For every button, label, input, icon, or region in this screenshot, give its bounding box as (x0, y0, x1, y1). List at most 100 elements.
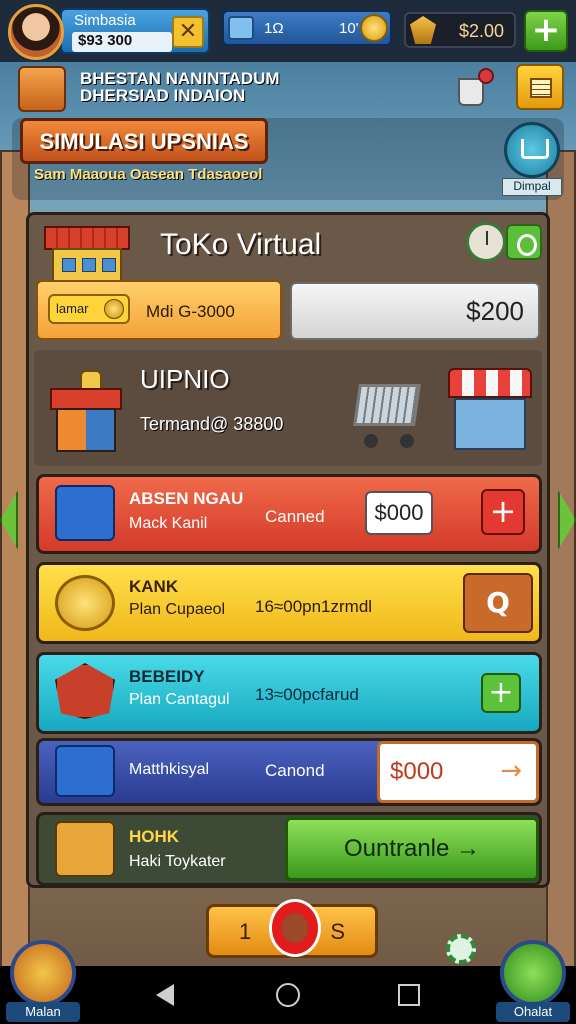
row-title: KANK (129, 577, 179, 596)
continue-button[interactable]: Ountranle → (285, 817, 539, 881)
cart-basket (353, 384, 421, 426)
player-avatar[interactable] (8, 4, 64, 60)
row-value[interactable]: $000 (365, 491, 433, 535)
dollar-coin-icon (55, 575, 115, 631)
action-row-blue[interactable]: Matthkisyal Canond $000 → (36, 738, 542, 806)
info-tag-label: lamar (56, 301, 89, 316)
trophy-icon (410, 16, 436, 44)
game-title: SIMULASI UPSNIAS (39, 129, 249, 154)
close-button[interactable]: ✕ (172, 16, 204, 48)
mission-line-2: DHERSIAD INDAION (80, 86, 246, 105)
cup-ball (478, 68, 494, 84)
business-house-icon (50, 370, 122, 452)
store-body (454, 398, 526, 450)
energy-value-a: 1Ω (264, 20, 284, 37)
player-card[interactable]: Simbasia $93 300 ✕ (60, 8, 210, 54)
window (82, 258, 96, 272)
value-input[interactable]: $000 → (377, 741, 539, 803)
info-text: Mdi G-3000 (146, 302, 235, 321)
store-icon[interactable] (448, 368, 532, 454)
coffee-cup-icon[interactable] (452, 68, 496, 108)
game-subtitle: Sam Maaoua Oasean Tdasaoeol (34, 166, 263, 183)
chat-button[interactable]: Ohalat (496, 940, 570, 1024)
camera-badge-icon (55, 821, 115, 877)
business-subtitle: Termand@ 38800 (140, 414, 284, 434)
awning (448, 368, 532, 398)
toko-info-row: lamar Mdi G-3000 (36, 280, 282, 340)
turn-counter[interactable]: 1 S (206, 899, 378, 958)
row-value: $000 (390, 758, 444, 785)
add-currency-button[interactable]: + (524, 10, 568, 52)
main-menu-button[interactable]: Malan (6, 940, 80, 1024)
row-title: HOHK (129, 827, 180, 846)
business-title: UIPNIO (140, 364, 230, 394)
chat-label: Ohalat (496, 1002, 570, 1022)
price-value: $200 (466, 296, 524, 326)
price-box[interactable]: $200 (290, 282, 540, 340)
search-button[interactable]: Q (463, 573, 533, 633)
roof (50, 388, 122, 410)
house-body (56, 408, 116, 452)
title-banner: SIMULASI UPSNIAS (20, 118, 268, 164)
action-row-cyan[interactable]: BEBEIDY Plan Cantagul 13≈00pcfarud + (36, 652, 542, 734)
nav-home-icon[interactable] (276, 983, 300, 1007)
info-tag[interactable]: lamar (48, 294, 130, 324)
nav-back-icon[interactable] (156, 984, 174, 1006)
row-subtitle: Matthkisyal (129, 761, 210, 778)
shop-label: Dimpal (502, 178, 562, 196)
mission-line-1: BHESTAN NANINTADUM (80, 69, 280, 88)
cash-box-icon (55, 745, 115, 797)
row-subtitle: Mack Kanil (129, 515, 208, 532)
refresh-badge-icon[interactable] (506, 224, 542, 260)
action-row-yellow[interactable]: KANK Plan Cupaeol 16≈00pn1zrmdl Q (36, 562, 542, 644)
shop-circle (504, 122, 560, 178)
no-play-icon (10, 940, 76, 1006)
notes-icon (530, 78, 552, 98)
add-button[interactable]: + (481, 673, 521, 713)
shopping-cart-icon[interactable] (344, 376, 428, 450)
action-row-dark: HOHK Haki Toykater Ountranle → (36, 812, 542, 886)
clock-icon[interactable] (466, 222, 506, 262)
nav-recent-icon[interactable] (398, 984, 420, 1006)
toko-title: ToKo Virtual (160, 228, 322, 261)
roof (44, 226, 130, 250)
energy-meter: 1Ω 10' (222, 10, 392, 46)
player-money: $93 300 (72, 32, 172, 52)
chat-icon (500, 940, 566, 1006)
row-status: 13≈00pcfarud (255, 685, 359, 704)
arrow-right-icon: → (500, 756, 522, 786)
record-button-icon[interactable] (269, 899, 321, 957)
energy-icon (228, 16, 254, 40)
row-subtitle: Plan Cantagul (129, 691, 230, 708)
safe-box-icon (55, 485, 115, 541)
mission-map-icon[interactable] (18, 66, 66, 112)
cart-wheel (364, 434, 378, 448)
cart-wheel (400, 434, 414, 448)
row-title: BEBEIDY (129, 667, 205, 686)
row-subtitle: Haki Toykater (129, 853, 226, 870)
gems-counter: $2.00 (404, 12, 516, 48)
player-name: Simbasia (74, 12, 136, 29)
window (102, 258, 116, 272)
settings-gear-icon[interactable] (446, 934, 476, 964)
shield-badge-icon (55, 663, 115, 719)
energy-value-b: 10' (339, 20, 359, 37)
row-status: Canond (265, 761, 325, 780)
gems-value: $2.00 (458, 21, 504, 41)
row-subtitle: Plan Cupaeol (129, 601, 226, 618)
coin-icon (360, 14, 388, 42)
counter-right: S (330, 919, 345, 944)
row-status: 16≈00pn1zrmdl (255, 597, 373, 616)
shop-button[interactable]: Dimpal (502, 122, 562, 196)
coin-icon (104, 299, 124, 319)
background-building-right (546, 150, 576, 970)
row-status: Canned (265, 507, 325, 526)
action-row-red[interactable]: ABSEN NGAU Mack Kanil Canned $000 + (36, 474, 542, 554)
counter-left: 1 (239, 919, 252, 944)
mission-text: BHESTAN NANINTADUM DHERSIAD INDAION (80, 70, 380, 104)
main-menu-label: Malan (6, 1002, 80, 1022)
notes-button[interactable] (516, 64, 564, 110)
flag (80, 370, 102, 390)
add-button[interactable]: + (481, 489, 525, 535)
window (62, 258, 76, 272)
